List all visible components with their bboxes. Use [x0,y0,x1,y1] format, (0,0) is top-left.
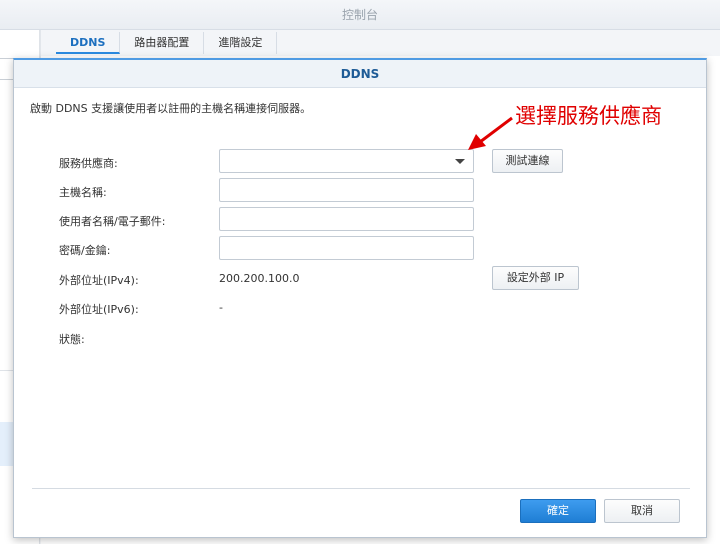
set-external-ip-button[interactable]: 設定外部 IP [492,266,579,290]
tab-ddns[interactable]: DDNS [56,32,121,54]
footer-divider [32,488,690,489]
ddns-dialog: DDNS 啟動 DDNS 支援讓使用者以註冊的主機名稱連接伺服器。 服務供應商:… [13,58,707,538]
ok-button[interactable]: 確定 [520,499,596,523]
username-label: 使用者名稱/電子郵件: [59,215,166,228]
dialog-title: DDNS [14,60,706,88]
dialog-description: 啟動 DDNS 支援讓使用者以註冊的主機名稱連接伺服器。 [30,102,312,115]
ipv6-label: 外部位址(IPv6): [59,303,139,316]
hostname-input[interactable] [220,179,473,201]
arrow-icon [468,116,513,150]
annotation-text: 選擇服務供應商 [515,104,662,128]
provider-select[interactable] [219,149,474,173]
ipv4-label: 外部位址(IPv4): [59,274,139,287]
username-field[interactable] [219,207,474,231]
password-label: 密碼/金鑰: [59,244,111,257]
chevron-down-icon[interactable] [455,159,465,164]
window-title: 控制台 [0,0,720,30]
tab-advanced[interactable]: 進階設定 [204,32,278,54]
hostname-label: 主機名稱: [59,186,107,199]
password-input[interactable] [220,237,473,259]
password-field[interactable] [219,236,474,260]
ipv6-value: - [219,301,223,314]
cancel-button[interactable]: 取消 [604,499,680,523]
username-input[interactable] [220,208,473,230]
left-selected-item[interactable] [0,422,14,466]
status-label: 狀態: [59,333,85,346]
tab-bar: DDNS 路由器配置 進階設定 [56,30,278,56]
tab-router-config[interactable]: 路由器配置 [120,32,205,54]
hostname-field[interactable] [219,178,474,202]
ipv4-value: 200.200.100.0 [219,272,300,285]
provider-label: 服務供應商: [59,157,118,170]
